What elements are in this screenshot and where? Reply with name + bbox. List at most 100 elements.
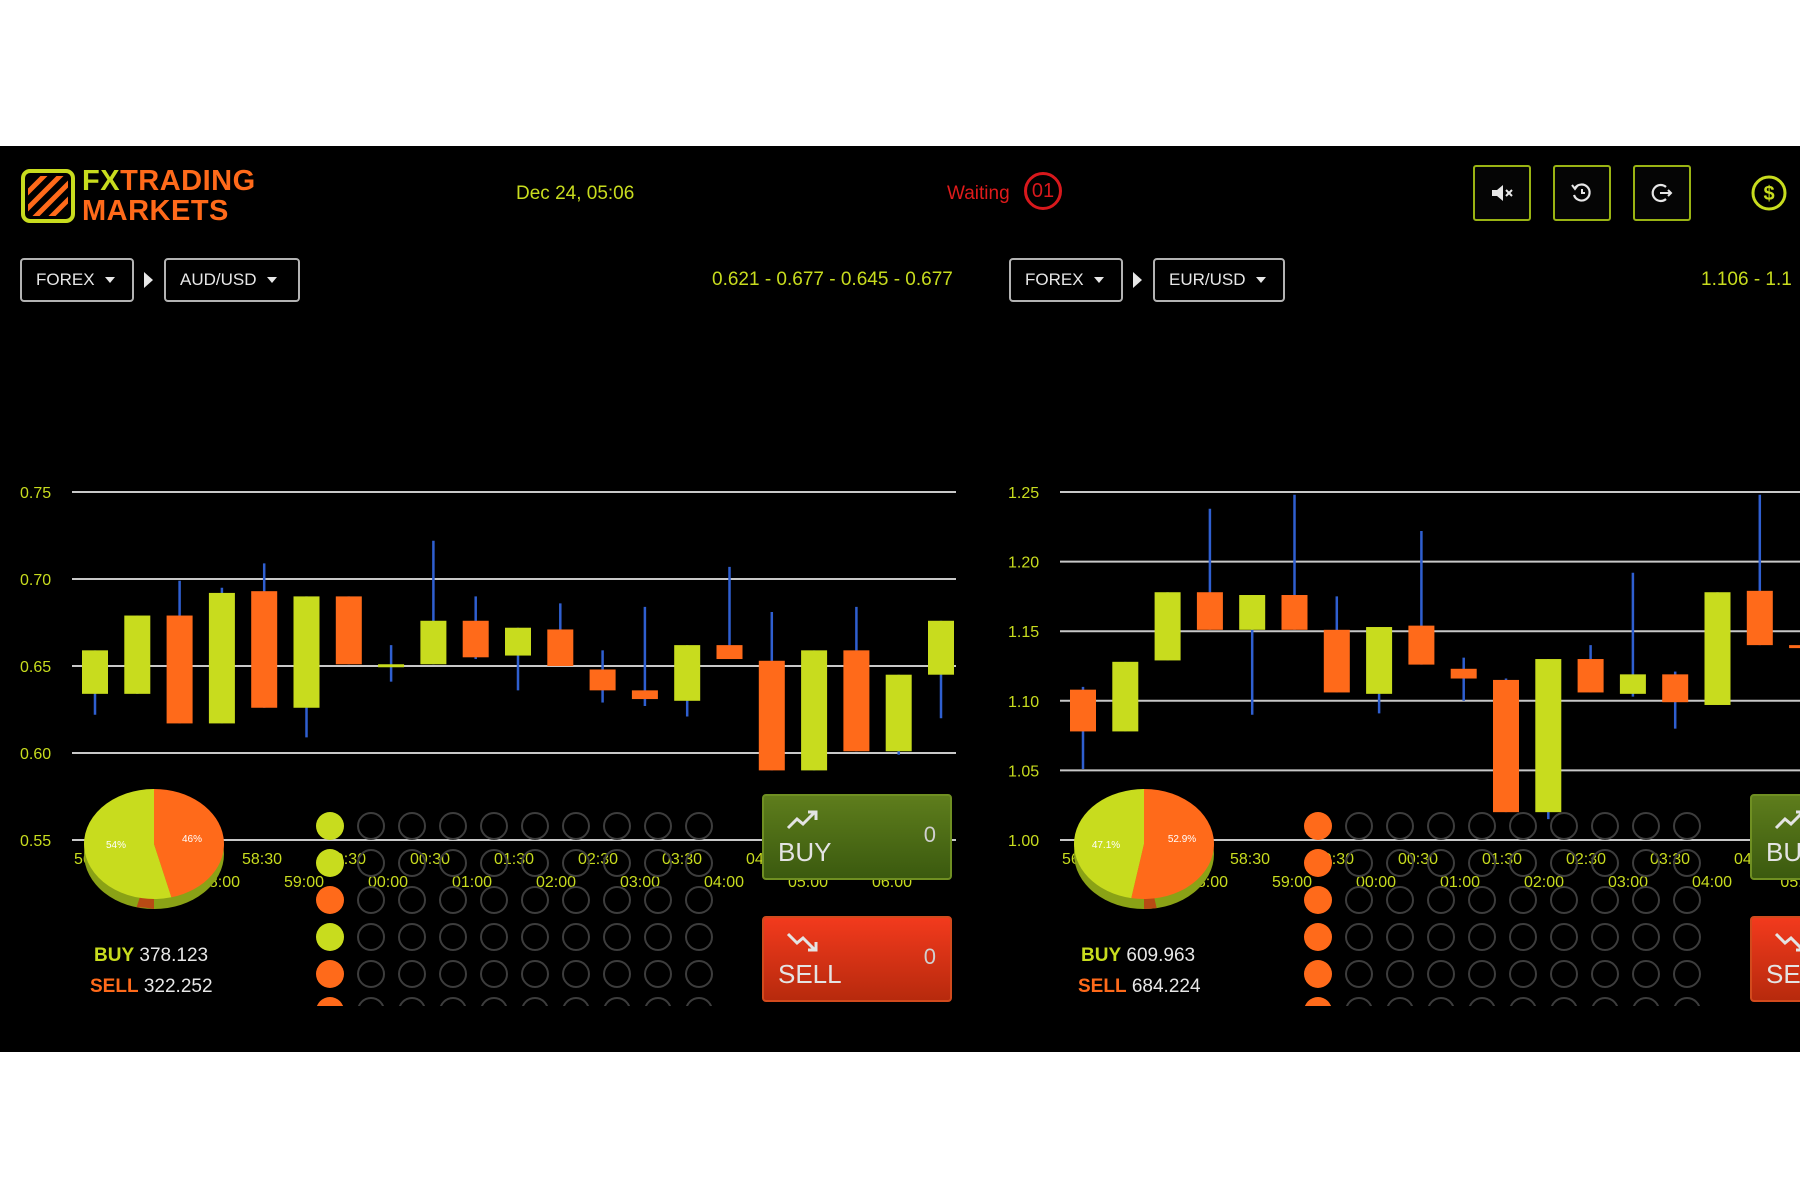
- history-dot-empty: [1386, 923, 1414, 951]
- history-dot-empty: [521, 812, 549, 840]
- history-dot-empty: [1673, 997, 1701, 1006]
- history-dot-empty: [480, 960, 508, 988]
- candle-body: [885, 674, 912, 752]
- history-dot-empty: [1427, 812, 1455, 840]
- candle-body: [1070, 689, 1096, 732]
- y-tick-label: 0.65: [20, 659, 51, 676]
- history-dot-empty: [1591, 960, 1619, 988]
- pair-dropdown[interactable]: AUD/USD: [164, 258, 300, 302]
- pie-label-buy: 54%: [106, 840, 126, 851]
- history-dot-empty: [1632, 997, 1660, 1006]
- history-dot-empty: [1345, 886, 1373, 914]
- x-tick-label: 58:30: [1230, 851, 1270, 868]
- history-dot-sell: [316, 886, 344, 914]
- history-dot-empty: [439, 886, 467, 914]
- history-dot-sell: [1304, 997, 1332, 1006]
- candle-body: [1577, 659, 1604, 693]
- history-dot-empty: [1632, 849, 1660, 877]
- caret-down-icon: [1093, 277, 1104, 283]
- history-dot-empty: [1632, 923, 1660, 951]
- trend-up-icon: [1774, 810, 1800, 830]
- history-dot-empty: [1468, 849, 1496, 877]
- history-dot-empty: [1386, 960, 1414, 988]
- candle-body: [1112, 661, 1139, 732]
- history-dot-empty: [1345, 849, 1373, 877]
- history-dot-empty: [480, 886, 508, 914]
- market-panel-aud-usd: FOREX AUD/USD 0.621 - 0.677 - 0.645 - 0.…: [0, 146, 990, 1052]
- y-tick-label: 0.75: [20, 485, 51, 502]
- candle-body: [462, 620, 489, 658]
- history-dot-empty: [480, 812, 508, 840]
- history-dot-empty: [1427, 849, 1455, 877]
- history-dot-empty: [1427, 923, 1455, 951]
- history-dot-empty: [1509, 997, 1537, 1006]
- candle-body: [801, 650, 828, 771]
- sell-count: 0: [923, 944, 936, 969]
- history-dot-empty: [644, 849, 672, 877]
- history-dot-empty: [685, 812, 713, 840]
- market-dropdown[interactable]: FOREX: [20, 258, 134, 302]
- history-dot-empty: [1591, 923, 1619, 951]
- history-dot-empty: [603, 997, 631, 1006]
- history-dot-empty: [1550, 812, 1578, 840]
- history-dot-empty: [685, 960, 713, 988]
- history-dot-empty: [521, 960, 549, 988]
- candle-body: [124, 615, 151, 694]
- pair-dropdown[interactable]: EUR/USD: [1153, 258, 1285, 302]
- history-dot-empty: [439, 960, 467, 988]
- history-dot-empty: [480, 923, 508, 951]
- trade-history-grid: [316, 812, 713, 1006]
- history-dot-empty: [603, 886, 631, 914]
- history-dot-empty: [357, 960, 385, 988]
- history-dot-empty: [357, 886, 385, 914]
- trade-history-grid: [1304, 812, 1701, 1006]
- history-dot-empty: [398, 923, 426, 951]
- y-tick-label: 1.00: [1008, 833, 1039, 850]
- buy-button[interactable]: BU: [1750, 794, 1800, 880]
- history-dot-empty: [521, 997, 549, 1006]
- history-dot-empty: [439, 849, 467, 877]
- candle-body: [758, 660, 785, 771]
- y-tick-label: 0.60: [20, 746, 51, 763]
- history-dot-sell: [1304, 960, 1332, 988]
- history-dot-empty: [1591, 997, 1619, 1006]
- history-dot-empty: [439, 812, 467, 840]
- sell-volume: SELL 322.252: [90, 976, 213, 997]
- history-dot-empty: [1591, 886, 1619, 914]
- history-dot-empty: [1591, 849, 1619, 877]
- history-dot-sell: [316, 997, 344, 1006]
- history-dot-empty: [1345, 812, 1373, 840]
- market-dropdown[interactable]: FOREX: [1009, 258, 1123, 302]
- history-dot-empty: [439, 923, 467, 951]
- pie-label-sell: 52.9%: [1168, 834, 1196, 845]
- history-dot-empty: [1673, 886, 1701, 914]
- buy-label: BUY: [778, 837, 832, 867]
- candle-body: [293, 596, 320, 708]
- history-dot-sell: [316, 960, 344, 988]
- candle-body: [335, 596, 362, 665]
- candle-body: [1450, 668, 1477, 679]
- history-dot-sell: [1304, 923, 1332, 951]
- y-tick-label: 1.05: [1008, 763, 1039, 780]
- ohlc-readout: 0.621 - 0.677 - 0.645 - 0.677: [712, 269, 953, 290]
- history-dot-empty: [1632, 812, 1660, 840]
- buy-button[interactable]: 0 BUY: [762, 794, 952, 880]
- candle-body: [589, 669, 616, 691]
- y-tick-label: 1.20: [1008, 555, 1039, 572]
- sell-button[interactable]: SE: [1750, 916, 1800, 1002]
- history-dot-empty: [357, 997, 385, 1006]
- y-tick-label: 1.10: [1008, 694, 1039, 711]
- pie-label-buy: 47.1%: [1092, 840, 1120, 851]
- history-dot-empty: [357, 812, 385, 840]
- buy-volume: BUY 609.963: [1081, 945, 1196, 966]
- x-tick-label: 58:30: [242, 851, 282, 868]
- sell-button[interactable]: 0 SELL: [762, 916, 952, 1002]
- caret-down-icon: [1255, 277, 1266, 283]
- y-tick-label: 1.15: [1008, 624, 1039, 641]
- history-dot-empty: [1673, 812, 1701, 840]
- y-tick-label: 1.25: [1008, 485, 1039, 502]
- history-dot-empty: [1673, 923, 1701, 951]
- candle-body: [82, 650, 108, 694]
- history-dot-empty: [1673, 960, 1701, 988]
- caret-down-icon: [266, 277, 277, 283]
